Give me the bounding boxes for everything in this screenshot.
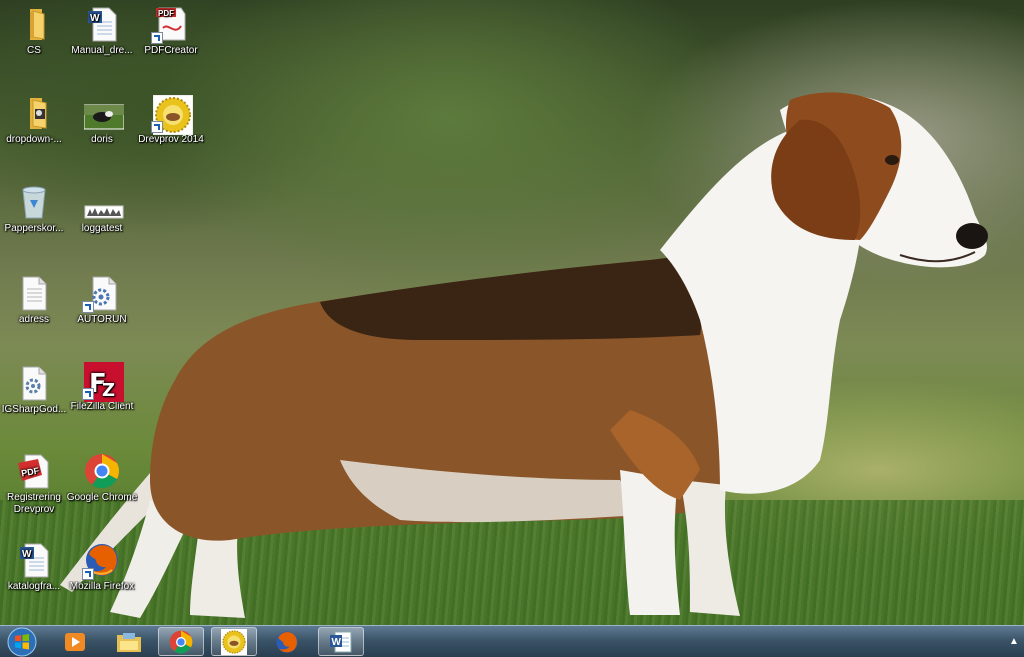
desktop-icon-autorun[interactable]: AUTORUN: [66, 275, 138, 326]
text-document-icon: [16, 275, 52, 311]
chrome-icon: [84, 453, 120, 489]
settings-file-icon: [16, 365, 52, 401]
icon-label: IGSharpGod...: [1, 404, 67, 415]
shortcut-arrow-icon: [82, 301, 94, 313]
icon-label: Manual_dre...: [71, 45, 133, 56]
word-icon: W: [330, 631, 352, 652]
photo-thumbnail-icon: [83, 95, 125, 131]
logo-thumbnail-icon: [84, 184, 124, 220]
desktop-icon-registrering-drevprov[interactable]: PDF Registrering Drevprov: [0, 453, 70, 516]
icon-label: loggatest: [81, 223, 123, 234]
icon-label: katalogfra...: [7, 581, 61, 592]
shortcut-arrow-icon: [82, 568, 94, 580]
firefox-icon: [82, 542, 120, 580]
taskbar-media-player[interactable]: [52, 627, 98, 656]
icon-label: dropdown-...: [6, 134, 62, 145]
desktop-icon-manual-dre[interactable]: W Manual_dre...: [66, 6, 138, 57]
desktop-icon-igsharpgod[interactable]: IGSharpGod...: [0, 365, 70, 416]
taskbar-drevprov[interactable]: [211, 627, 257, 656]
chrome-icon: [169, 630, 193, 653]
shortcut-arrow-icon: [151, 121, 163, 133]
icon-label: Drevprov 2014: [138, 134, 204, 145]
desktop-icon-dropdown[interactable]: dropdown-...: [0, 95, 70, 146]
drevprov-logo-icon: [221, 628, 247, 655]
icon-label: Mozilla Firefox: [69, 581, 135, 592]
desktop-icon-adress[interactable]: adress: [0, 275, 70, 326]
firefox-icon: [276, 630, 298, 653]
desktop-icon-drevprov-2014[interactable]: Drevprov 2014: [135, 94, 207, 146]
desktop-icon-doris[interactable]: doris: [66, 95, 138, 146]
tray-show-hidden-icons[interactable]: ▲: [1006, 626, 1022, 656]
word-document-icon: W: [16, 542, 52, 578]
icon-label: Google Chrome: [66, 492, 138, 503]
icon-label: Papperskor...: [4, 223, 64, 234]
shortcut-arrow-icon: [151, 32, 163, 44]
folder-icon: [16, 6, 52, 42]
filezilla-icon: FZ: [82, 362, 124, 402]
svg-text:W: W: [22, 549, 32, 560]
taskbar-file-explorer[interactable]: [106, 627, 152, 656]
icon-label: FileZilla Client: [70, 401, 134, 412]
svg-text:Z: Z: [102, 380, 115, 401]
start-button[interactable]: [4, 627, 40, 657]
wallpaper-dog-image: [60, 92, 988, 618]
desktop-icon-katalogfra[interactable]: W katalogfra...: [0, 542, 70, 593]
taskbar-firefox[interactable]: [264, 627, 310, 656]
taskbar: W ▲: [0, 625, 1024, 657]
icon-label: adress: [18, 314, 49, 325]
pdfcreator-icon: PDF: [151, 6, 189, 44]
desktop-icon-mozilla-firefox[interactable]: Mozilla Firefox: [66, 542, 138, 593]
windows-start-orb-icon: [7, 627, 37, 657]
icon-label: PDFCreator: [144, 45, 198, 56]
desktop-icon-pdfcreator[interactable]: PDF PDFCreator: [135, 6, 207, 57]
desktop-icon-loggatest[interactable]: loggatest: [66, 184, 138, 235]
svg-text:W: W: [332, 637, 342, 648]
file-explorer-icon: [117, 632, 141, 652]
svg-text:PDF: PDF: [158, 9, 174, 18]
svg-text:W: W: [90, 13, 100, 24]
media-player-icon: [65, 632, 85, 651]
recycle-bin-icon: [16, 184, 52, 220]
icon-label: Registrering Drevprov: [7, 492, 61, 515]
folder-image-icon: [16, 95, 52, 131]
drevprov-logo-icon: [151, 94, 194, 136]
desktop-icon-google-chrome[interactable]: Google Chrome: [66, 453, 138, 504]
shortcut-arrow-icon: [82, 388, 94, 400]
icon-label: doris: [91, 134, 113, 145]
desktop-icon-recycle-bin[interactable]: Papperskor...: [0, 184, 70, 235]
desktop-icon-filezilla[interactable]: FZ FileZilla Client: [66, 362, 138, 413]
icon-label: AUTORUN: [77, 314, 127, 325]
word-document-icon: W: [84, 6, 120, 42]
desktop-icon-cs[interactable]: CS: [0, 6, 70, 57]
pdf-icon: PDF: [16, 453, 52, 489]
icon-label: CS: [27, 45, 41, 56]
desktop-wallpaper: [0, 0, 1024, 625]
settings-file-icon: [82, 275, 120, 313]
taskbar-word[interactable]: W: [318, 627, 364, 656]
taskbar-chrome[interactable]: [158, 627, 204, 656]
